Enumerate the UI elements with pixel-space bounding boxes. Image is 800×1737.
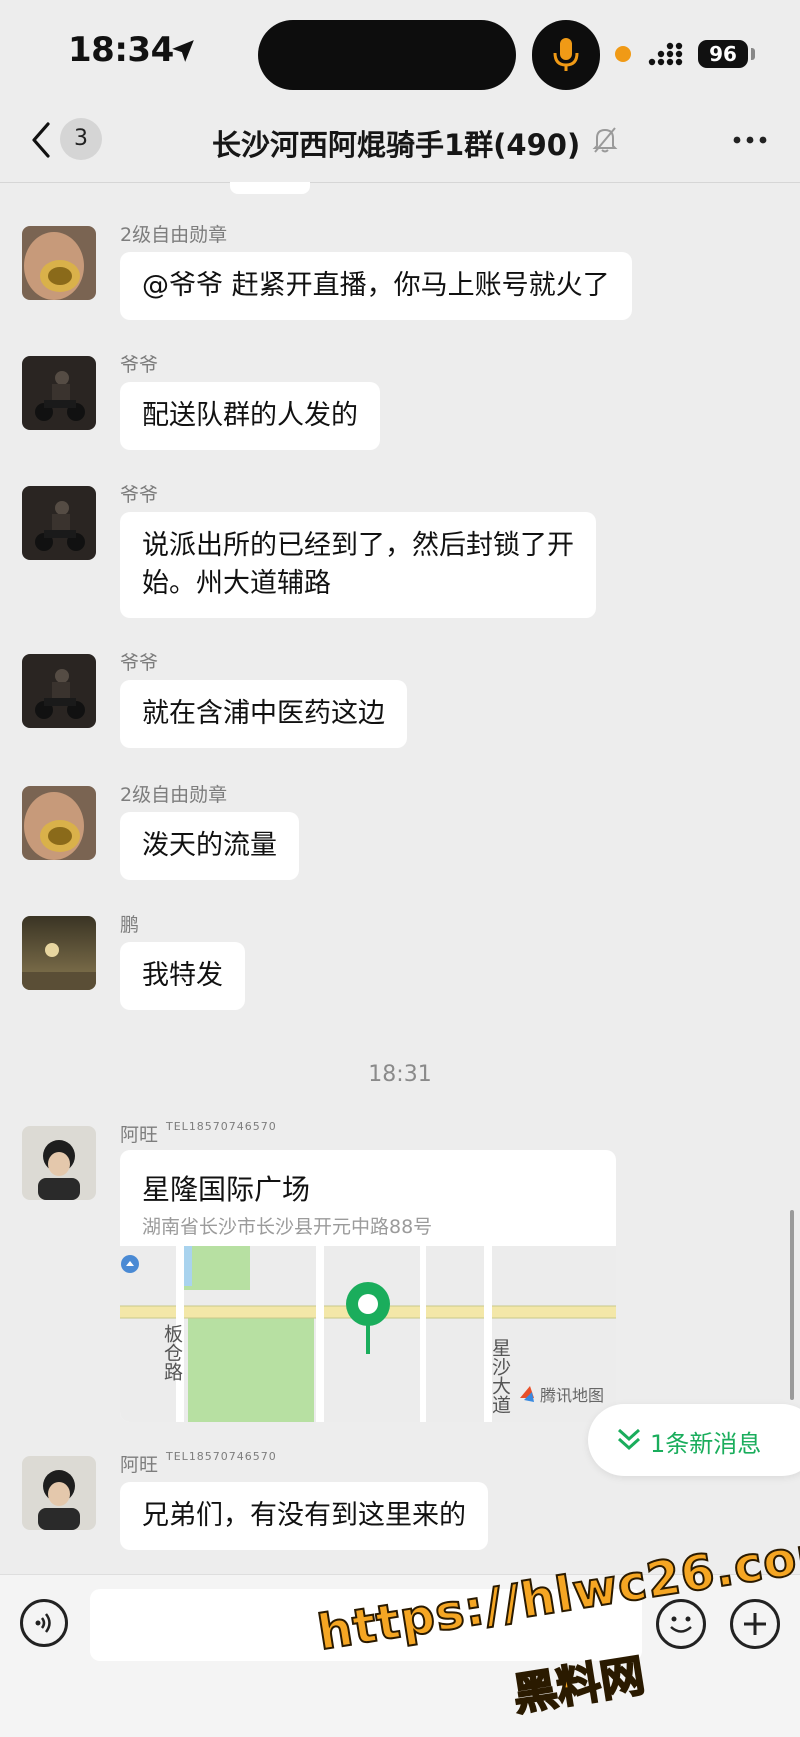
- more-dots-icon[interactable]: [732, 130, 768, 150]
- location-card[interactable]: 星隆国际广场 湖南省长沙市长沙县开元中路88号 板仓路 星沙大道 腾讯地图: [120, 1150, 616, 1422]
- mute-bell-icon: [592, 127, 618, 153]
- location-address: 湖南省长沙市长沙县开元中路88号: [142, 1216, 433, 1238]
- message-bubble[interactable]: @爷爷 赶紧开直播，你马上账号就火了: [120, 252, 632, 320]
- plus-icon: [744, 1613, 766, 1635]
- signal-icon: [648, 42, 683, 66]
- plus-button[interactable]: [730, 1599, 780, 1649]
- message-text-line: 始。州大道辅路: [142, 568, 331, 599]
- message-bubble[interactable]: 就在含浦中医药这边: [120, 680, 407, 748]
- map-road-label: 板仓路: [161, 1324, 183, 1381]
- voice-icon: [35, 1613, 51, 1633]
- scrollbar[interactable]: [790, 1210, 794, 1400]
- avatar[interactable]: [22, 916, 96, 990]
- map-preview: 板仓路 星沙大道 腾讯地图: [120, 1246, 616, 1422]
- message-text-line: 说派出所的已经到了，然后封锁了开: [142, 530, 574, 561]
- map-road-label: 星沙大道: [489, 1338, 511, 1414]
- sender-tel: TEL18570746570: [166, 1450, 277, 1463]
- sender-name: 爷爷: [120, 652, 159, 674]
- microphone-icon: [553, 38, 579, 71]
- battery-level: 96: [698, 40, 748, 68]
- avatar[interactable]: [22, 1456, 96, 1530]
- message-bubble[interactable]: 配送队群的人发的: [120, 382, 380, 450]
- sender-name: 阿旺 TEL18570746570: [120, 1120, 277, 1146]
- previous-message-bubble: [230, 182, 310, 194]
- chat-timestamp: 18:31: [368, 1062, 432, 1087]
- double-chevron-down-icon: [617, 1428, 641, 1451]
- new-messages-label: 1条新消息: [650, 1430, 762, 1458]
- new-messages-button[interactable]: 1条新消息: [588, 1404, 800, 1476]
- privacy-dot: [615, 46, 631, 62]
- unread-count-badge[interactable]: 3: [60, 118, 102, 160]
- mic-indicator: [532, 20, 600, 90]
- sender-name: 爷爷: [120, 484, 159, 506]
- dynamic-island: [258, 20, 516, 90]
- voice-button[interactable]: [20, 1599, 68, 1647]
- avatar[interactable]: [22, 486, 96, 560]
- clock: 18:34: [68, 30, 174, 70]
- sender-name: 阿旺 TEL18570746570: [120, 1450, 277, 1476]
- map-provider-label: 腾讯地图: [540, 1386, 604, 1405]
- sender-tel: TEL18570746570: [166, 1120, 277, 1133]
- avatar[interactable]: [22, 786, 96, 860]
- message-bubble[interactable]: 兄弟们，有没有到这里来的: [120, 1482, 488, 1550]
- avatar[interactable]: [22, 1126, 96, 1200]
- location-name: 星隆国际广场: [142, 1173, 311, 1206]
- sender-name: 2级自由勋章: [120, 224, 228, 246]
- emoji-icon: [670, 1616, 692, 1633]
- avatar[interactable]: [22, 356, 96, 430]
- sender-name: 鹏: [120, 914, 140, 936]
- chat-title[interactable]: 长沙河西阿焜骑手1群(490): [212, 122, 580, 164]
- avatar[interactable]: [22, 226, 96, 300]
- battery-tip: [751, 48, 755, 60]
- message-bubble[interactable]: 说派出所的已经到了，然后封锁了开 始。州大道辅路: [120, 512, 596, 618]
- sender-name: 爷爷: [120, 354, 159, 376]
- avatar[interactable]: [22, 654, 96, 728]
- message-bubble[interactable]: 我特发: [120, 942, 245, 1010]
- chat-header: 3 长沙河西阿焜骑手1群(490): [0, 100, 800, 183]
- message-bubble[interactable]: 泼天的流量: [120, 812, 299, 880]
- status-bar: 18:34 96: [0, 0, 800, 100]
- sender-name: 2级自由勋章: [120, 784, 228, 806]
- location-arrow-icon: [172, 40, 194, 62]
- back-chevron-icon[interactable]: [28, 120, 52, 160]
